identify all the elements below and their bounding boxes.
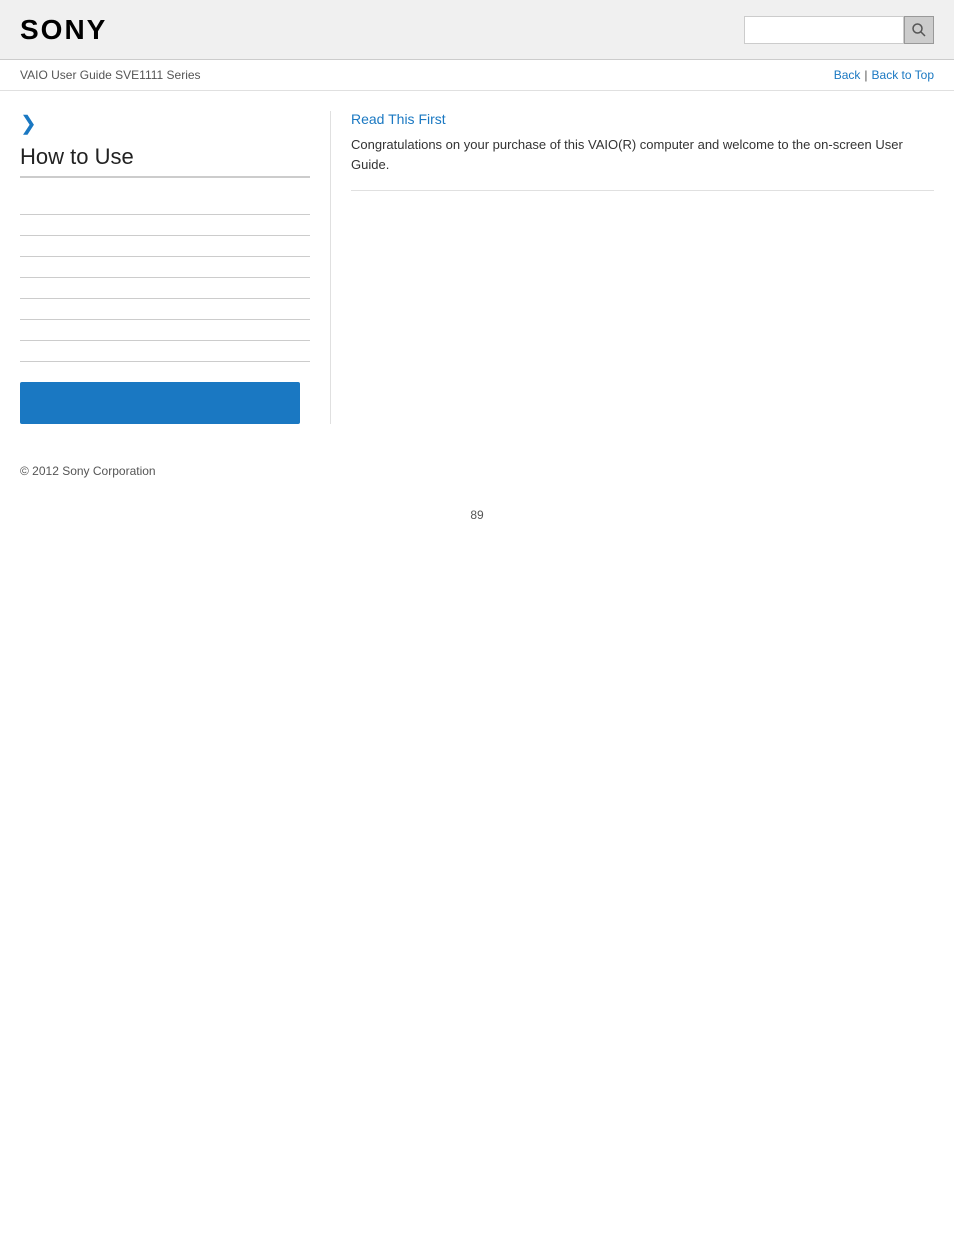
search-icon (911, 22, 927, 38)
search-button[interactable] (904, 16, 934, 44)
back-to-top-link[interactable]: Back to Top (872, 68, 934, 82)
read-this-first-link[interactable]: Read This First (351, 111, 934, 127)
list-item[interactable] (20, 299, 310, 320)
page-number: 89 (0, 498, 954, 532)
search-container (744, 16, 934, 44)
list-item[interactable] (20, 194, 310, 215)
blue-box-banner (20, 382, 300, 424)
breadcrumb: VAIO User Guide SVE1111 Series (20, 68, 201, 82)
list-item[interactable] (20, 320, 310, 341)
list-item[interactable] (20, 341, 310, 362)
copyright: © 2012 Sony Corporation (20, 464, 156, 478)
header: SONY (0, 0, 954, 60)
main-content: ❯ How to Use (0, 91, 954, 444)
list-item[interactable] (20, 278, 310, 299)
chevron-right-icon: ❯ (20, 111, 310, 136)
list-item[interactable] (20, 215, 310, 236)
content-description: Congratulations on your purchase of this… (351, 135, 934, 191)
footer: © 2012 Sony Corporation (0, 444, 954, 498)
back-link[interactable]: Back (834, 68, 861, 82)
sidebar-items (20, 194, 310, 362)
nav-right: Back | Back to Top (834, 68, 934, 82)
list-item[interactable] (20, 236, 310, 257)
search-input[interactable] (744, 16, 904, 44)
nav-separator: | (864, 68, 867, 82)
nav-bar: VAIO User Guide SVE1111 Series Back | Ba… (0, 60, 954, 91)
sony-logo: SONY (20, 14, 107, 46)
list-item[interactable] (20, 257, 310, 278)
section-title: How to Use (20, 144, 310, 178)
sidebar: ❯ How to Use (20, 111, 330, 424)
content-area: Read This First Congratulations on your … (330, 111, 934, 424)
